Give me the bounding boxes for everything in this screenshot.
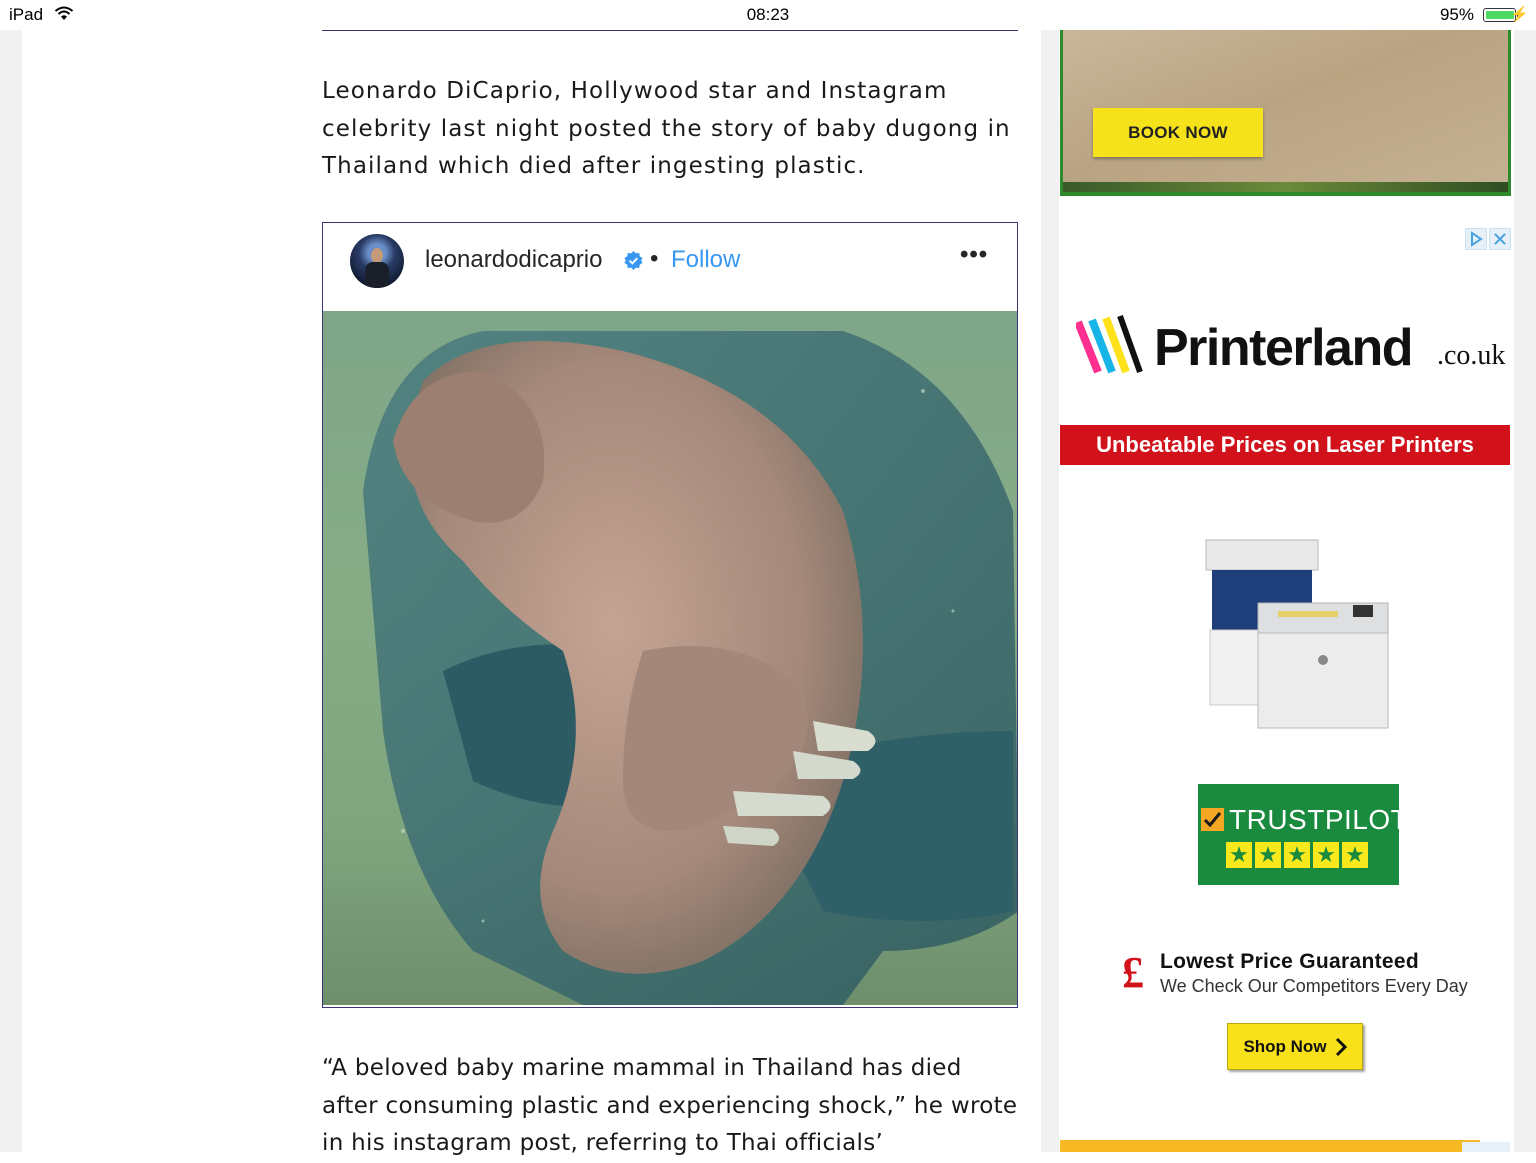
instagram-embed[interactable]: leonardodicaprio • Follow ••• — [322, 222, 1018, 1008]
bottom-sidebar-ad[interactable] — [1060, 1140, 1480, 1152]
shop-now-label: Shop Now — [1243, 1036, 1327, 1056]
dugong-photo[interactable] — [323, 311, 1017, 1005]
star-icon: ★ — [1255, 842, 1281, 868]
ad-close-icon[interactable] — [1462, 1142, 1510, 1152]
printers-image[interactable] — [1188, 535, 1398, 735]
star-icon: ★ — [1342, 842, 1368, 868]
printerland-logo[interactable]: Printerland .co.uk — [1074, 312, 1506, 382]
chevron-right-icon — [1335, 1037, 1347, 1056]
guarantee-title: Lowest Price Guaranteed — [1160, 950, 1419, 973]
adchoices-icon[interactable] — [1465, 228, 1487, 250]
top-sidebar-ad[interactable]: BOOK NOW — [1060, 30, 1511, 196]
printerland-brand: Printerland — [1154, 319, 1414, 377]
ink-stripes-icon — [1074, 314, 1143, 374]
trustpilot-badge[interactable]: TRUSTPILOT ★ ★ ★ ★ ★ — [1198, 784, 1408, 885]
more-options-icon[interactable]: ••• — [960, 241, 988, 269]
right-gutter — [1514, 30, 1536, 1152]
instagram-header: leonardodicaprio • Follow ••• — [323, 223, 1017, 311]
star-icon: ★ — [1284, 842, 1310, 868]
left-gutter — [0, 30, 22, 1152]
charging-icon: ⚡ — [1510, 6, 1529, 23]
article-paragraph: “A beloved baby marine mammal in Thailan… — [322, 1055, 1018, 1156]
pound-icon: £ — [1122, 948, 1144, 997]
article-paragraph: Leonardo DiCaprio, Hollywood star and In… — [322, 78, 1011, 179]
trustpilot-stars: ★ ★ ★ ★ ★ — [1226, 842, 1368, 868]
shop-now-button[interactable]: Shop Now — [1227, 1023, 1363, 1070]
dugong-illustration — [363, 331, 1017, 1005]
ad-close-icon[interactable] — [1489, 228, 1511, 250]
instagram-username[interactable]: leonardodicaprio — [425, 246, 602, 274]
printerland-domain: .co.uk — [1437, 340, 1506, 371]
follow-button[interactable]: Follow — [671, 246, 740, 274]
trustpilot-label: TRUSTPILOT — [1229, 804, 1409, 835]
ad-grass-strip — [1063, 182, 1508, 192]
trustpilot-check-icon — [1201, 808, 1224, 831]
column-gutter — [1041, 30, 1059, 1152]
avatar[interactable] — [350, 234, 404, 288]
book-now-button[interactable]: BOOK NOW — [1093, 108, 1263, 157]
status-bar: iPad 08:23 95% ⚡ — [0, 0, 1536, 30]
star-icon: ★ — [1313, 842, 1339, 868]
clock: 08:23 — [746, 5, 790, 24]
verified-badge-icon — [624, 250, 643, 271]
battery-percentage: 95% — [1439, 5, 1474, 24]
price-guarantee: £ Lowest Price Guaranteed We Check Our C… — [1122, 950, 1492, 1000]
promo-banner[interactable]: Unbeatable Prices on Laser Printers — [1060, 425, 1510, 465]
separator-dot: • — [650, 245, 659, 272]
guarantee-subtitle: We Check Our Competitors Every Day — [1160, 976, 1468, 996]
star-icon: ★ — [1226, 842, 1252, 868]
